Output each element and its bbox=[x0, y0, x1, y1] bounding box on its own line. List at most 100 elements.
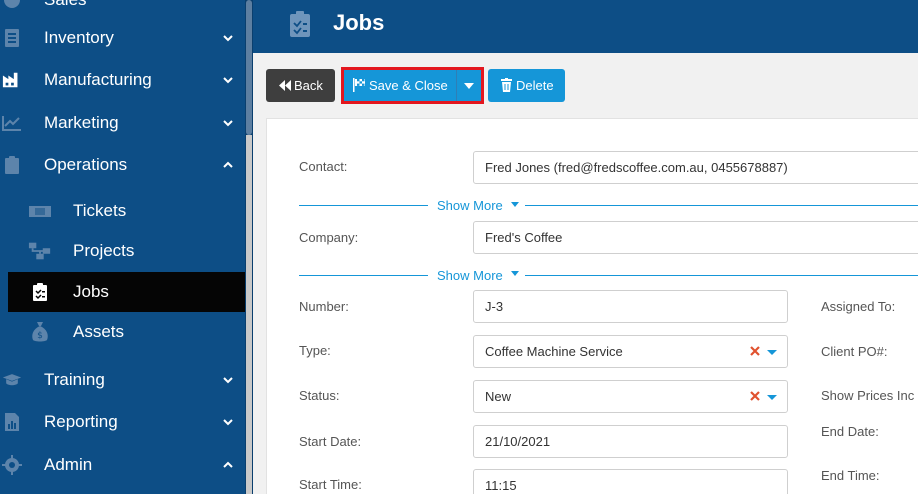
sidebar-item-label: Tickets bbox=[73, 201, 127, 220]
chevron-down-icon bbox=[223, 35, 233, 42]
status-value: New bbox=[485, 389, 512, 404]
chevron-up-icon bbox=[223, 161, 233, 168]
delete-button[interactable]: Delete bbox=[488, 69, 565, 102]
svg-text:$: $ bbox=[37, 331, 43, 341]
inventory-icon bbox=[2, 28, 22, 48]
clipboard-icon bbox=[2, 155, 22, 175]
sidebar: Sales Inventory Manufacturing Marketing … bbox=[0, 0, 253, 494]
delete-button-label: Delete bbox=[516, 78, 554, 93]
sidebar-scrollbar[interactable] bbox=[245, 0, 253, 494]
type-value: Coffee Machine Service bbox=[485, 344, 623, 359]
company-field[interactable]: Fred's Coffee bbox=[473, 221, 918, 254]
sidebar-item-reporting[interactable]: Reporting bbox=[0, 402, 245, 442]
sidebar-item-label: Assets bbox=[73, 322, 125, 341]
sidebar-item-operations[interactable]: Operations bbox=[0, 145, 245, 185]
save-close-label: Save & Close bbox=[369, 78, 448, 93]
sidebar-item-jobs[interactable]: Jobs bbox=[8, 272, 245, 312]
chevron-down-icon bbox=[223, 120, 233, 127]
sidebar-item-label: Projects bbox=[73, 241, 135, 260]
start-date-field[interactable]: 21/10/2021 bbox=[473, 425, 788, 458]
start-time-value: 11:15 bbox=[485, 478, 517, 493]
show-more-link[interactable]: Show More bbox=[437, 198, 503, 213]
gear-icon bbox=[2, 455, 22, 475]
back-button[interactable]: Back bbox=[266, 69, 335, 102]
sidebar-item-label: Marketing bbox=[44, 113, 119, 132]
divider bbox=[299, 275, 428, 276]
caret-down-icon bbox=[767, 350, 777, 355]
graduation-cap-icon bbox=[2, 370, 22, 390]
back-button-label: Back bbox=[294, 78, 323, 93]
sidebar-item-manufacturing[interactable]: Manufacturing bbox=[0, 60, 245, 100]
divider bbox=[525, 205, 918, 206]
page-header: Jobs bbox=[253, 0, 918, 53]
sidebar-item-inventory[interactable]: Inventory bbox=[0, 18, 245, 58]
clear-icon[interactable] bbox=[749, 345, 761, 357]
end-date-label: End Date: bbox=[821, 424, 879, 439]
flag-checkered-icon bbox=[353, 78, 365, 92]
divider bbox=[525, 275, 918, 276]
show-more-link[interactable]: Show More bbox=[437, 268, 503, 283]
sidebar-item-label: Reporting bbox=[44, 412, 118, 431]
double-chevron-left-icon bbox=[279, 80, 291, 91]
clear-icon[interactable] bbox=[749, 390, 761, 402]
page-title: Jobs bbox=[333, 10, 385, 35]
start-date-label: Start Date: bbox=[299, 434, 362, 449]
sidebar-item-label: Jobs bbox=[73, 282, 109, 301]
divider bbox=[299, 205, 428, 206]
chevron-down-icon bbox=[223, 77, 233, 84]
sidebar-item-label: Operations bbox=[44, 155, 128, 174]
type-select[interactable]: Coffee Machine Service bbox=[473, 335, 788, 368]
contact-label: Contact: bbox=[299, 159, 348, 174]
type-label: Type: bbox=[299, 343, 331, 358]
sales-icon bbox=[2, 0, 22, 10]
sitemap-icon bbox=[28, 239, 52, 263]
number-value: J-3 bbox=[485, 299, 504, 314]
sidebar-item-sales[interactable]: Sales bbox=[0, 0, 245, 20]
sidebar-item-label: Training bbox=[44, 370, 105, 389]
button-separator bbox=[456, 70, 457, 101]
show-prices-label: Show Prices Inc bbox=[821, 388, 915, 403]
caret-down-icon[interactable] bbox=[464, 83, 474, 89]
chevron-down-icon bbox=[223, 419, 233, 426]
status-select[interactable]: New bbox=[473, 380, 788, 413]
factory-icon bbox=[2, 70, 22, 90]
contact-value: Fred Jones (fred@fredscoffee.com.au, 045… bbox=[485, 160, 788, 175]
company-label: Company: bbox=[299, 230, 359, 245]
end-time-label: End Time: bbox=[821, 468, 880, 483]
company-value: Fred's Coffee bbox=[485, 230, 563, 245]
chart-line-icon bbox=[2, 113, 22, 133]
start-time-field[interactable]: 11:15 bbox=[473, 469, 788, 494]
client-po-label: Client PO#: bbox=[821, 344, 888, 359]
chevron-up-icon bbox=[223, 461, 233, 468]
chevron-down-icon bbox=[223, 377, 233, 384]
sidebar-item-label: Inventory bbox=[44, 28, 114, 47]
sidebar-item-training[interactable]: Training bbox=[0, 360, 245, 400]
sidebar-item-tickets[interactable]: Tickets bbox=[8, 191, 245, 231]
number-field[interactable]: J-3 bbox=[473, 290, 788, 323]
start-date-value: 21/10/2021 bbox=[485, 434, 551, 449]
start-time-label: Start Time: bbox=[299, 477, 362, 492]
ticket-icon bbox=[28, 199, 52, 223]
caret-down-icon bbox=[767, 395, 777, 400]
caret-down-icon bbox=[511, 202, 519, 207]
scrollbar-track bbox=[246, 0, 252, 135]
money-bag-icon: $ bbox=[28, 320, 52, 344]
sidebar-item-admin[interactable]: Admin bbox=[0, 445, 245, 485]
sidebar-item-assets[interactable]: $ Assets bbox=[8, 312, 245, 352]
assigned-to-label: Assigned To: bbox=[821, 299, 896, 314]
sidebar-item-label: Manufacturing bbox=[44, 70, 152, 89]
sidebar-item-projects[interactable]: Projects bbox=[8, 231, 245, 271]
scrollbar-thumb[interactable] bbox=[246, 135, 252, 494]
sidebar-item-label: Admin bbox=[44, 455, 93, 474]
status-label: Status: bbox=[299, 388, 340, 403]
trash-icon bbox=[501, 78, 512, 92]
save-close-button[interactable]: Save & Close bbox=[344, 70, 481, 101]
report-icon bbox=[2, 412, 22, 432]
caret-down-icon bbox=[511, 271, 519, 276]
sidebar-item-marketing[interactable]: Marketing bbox=[0, 103, 245, 143]
contact-field[interactable]: Fred Jones (fred@fredscoffee.com.au, 045… bbox=[473, 151, 918, 184]
clipboard-icon bbox=[290, 11, 310, 37]
number-label: Number: bbox=[299, 299, 349, 314]
clipboard-check-icon bbox=[28, 280, 52, 304]
sidebar-item-label: Sales bbox=[44, 0, 87, 10]
